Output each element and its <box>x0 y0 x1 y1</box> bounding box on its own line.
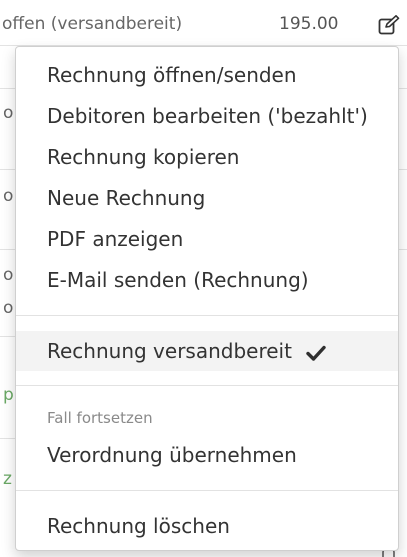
row-status-fragment: o <box>3 265 14 285</box>
menu-divider <box>16 490 398 491</box>
row-divider <box>0 438 16 439</box>
menu-divider <box>16 385 398 386</box>
context-menu: Rechnung öffnen/senden Debitoren bearbei… <box>15 46 399 551</box>
row-divider <box>0 249 16 250</box>
checkmark-icon <box>306 345 327 361</box>
menu-divider <box>16 315 398 316</box>
menu-section-header: Fall fortsetzen <box>47 409 153 427</box>
menu-item-neue-rechnung[interactable]: Neue Rechnung <box>16 178 398 218</box>
menu-item-debitoren-bearbeiten[interactable]: Debitoren bearbeiten ('bezahlt') <box>16 96 398 136</box>
row-status-fragment: o <box>3 186 14 206</box>
row-divider <box>0 336 16 337</box>
menu-item-rechnung-versandbereit[interactable]: Rechnung versandbereit <box>16 331 398 371</box>
table-row[interactable]: offen (versandbereit) 195.00 <box>0 0 407 46</box>
row-status-fragment: z <box>3 469 12 489</box>
row-divider <box>0 88 16 89</box>
row-divider <box>0 169 16 170</box>
edit-icon[interactable] <box>378 15 400 35</box>
row-status-fragment: p <box>3 385 14 405</box>
menu-item-label: Rechnung versandbereit <box>47 339 292 363</box>
menu-item-rechnung-oeffnen[interactable]: Rechnung öffnen/senden <box>16 55 398 95</box>
row-status-fragment: o <box>3 298 14 318</box>
amount-text: 195.00 <box>279 14 339 34</box>
menu-item-verordnung-uebernehmen[interactable]: Verordnung übernehmen <box>16 435 398 475</box>
menu-item-rechnung-kopieren[interactable]: Rechnung kopieren <box>16 137 398 177</box>
row-status-fragment: o <box>3 103 14 123</box>
menu-item-email-senden[interactable]: E-Mail senden (Rechnung) <box>16 260 398 300</box>
status-text: offen (versandbereit) <box>2 14 183 34</box>
menu-item-pdf-anzeigen[interactable]: PDF anzeigen <box>16 219 398 259</box>
menu-item-rechnung-loeschen[interactable]: Rechnung löschen <box>16 506 398 546</box>
